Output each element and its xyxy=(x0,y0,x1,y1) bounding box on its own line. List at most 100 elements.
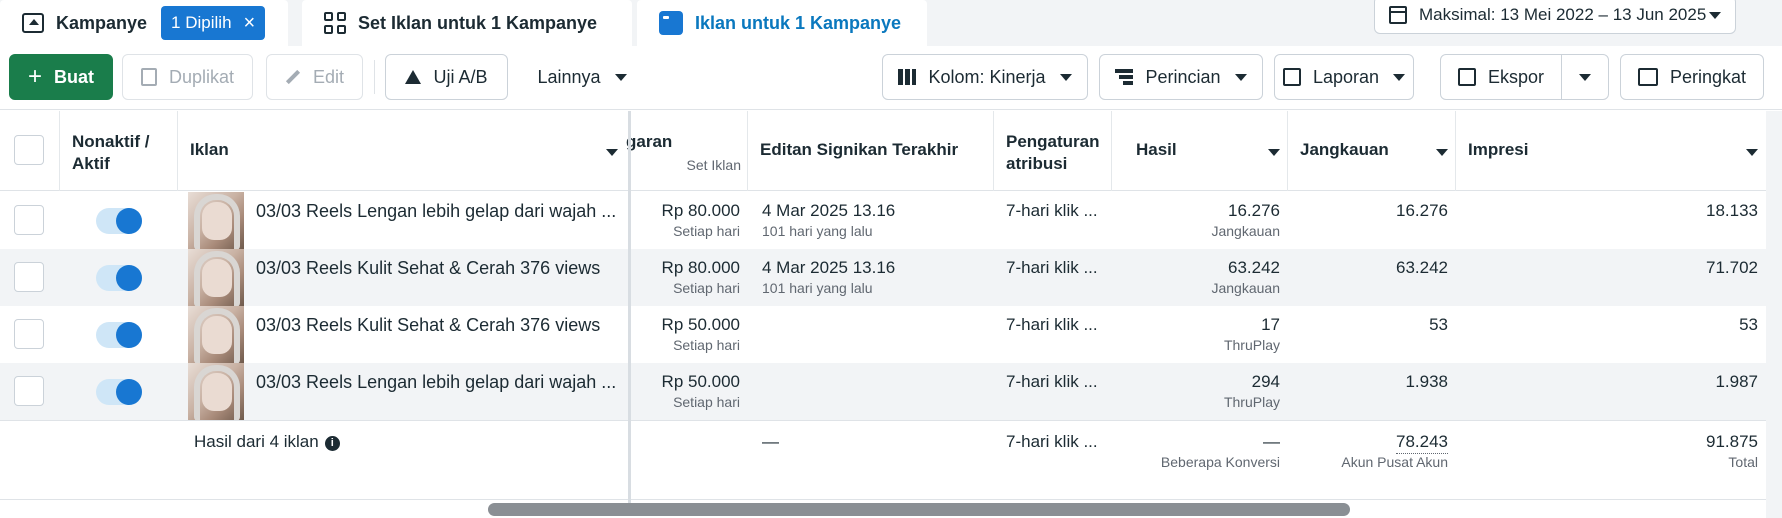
active-toggle[interactable] xyxy=(96,379,142,405)
last-edit-date: 4 Mar 2025 13.16 xyxy=(762,258,896,277)
pencil-icon xyxy=(285,69,301,85)
results-value: 16.276 xyxy=(1228,201,1280,220)
edit-button[interactable]: Edit xyxy=(266,54,363,100)
header-results-label: Hasil xyxy=(1136,140,1177,159)
results-cell: 294 ThruPlay xyxy=(1112,363,1288,420)
header-attribution-label: Pengaturan atribusi xyxy=(1006,132,1100,173)
tab-set-iklan[interactable]: Set Iklan untuk 1 Kampanye xyxy=(302,0,632,46)
impressions-cell: 53 xyxy=(1456,306,1766,363)
summary-label-cell: Hasil dari 4 iklan i xyxy=(180,423,620,480)
attribution-cell: 7-hari klik ... xyxy=(994,363,1112,420)
export-button-label[interactable]: Ekspor xyxy=(1488,67,1544,88)
folder-icon xyxy=(22,13,44,33)
header-reach[interactable]: Jangkauan xyxy=(1288,111,1456,191)
export-options-button[interactable] xyxy=(1561,54,1609,100)
results-cell: 16.276 Jangkauan xyxy=(1112,192,1288,249)
reach-value: 16.276 xyxy=(1396,201,1448,220)
trend-icon xyxy=(1637,68,1658,86)
ad-name[interactable]: 03/03 Reels Lengan lebih gelap dari waja… xyxy=(256,371,616,393)
header-attribution[interactable]: Pengaturan atribusi xyxy=(994,111,1112,191)
table-row[interactable]: 03/03 Reels Kulit Sehat & Cerah 376 view… xyxy=(0,249,1782,306)
reach-cell: 1.938 xyxy=(1288,363,1456,420)
summary-impressions-value: 91.875 xyxy=(1706,432,1758,451)
attribution-value: 7-hari klik ... xyxy=(1006,315,1098,334)
more-dropdown-label: Lainnya xyxy=(537,66,601,87)
table-row[interactable]: 03/03 Reels Lengan lebih gelap dari waja… xyxy=(0,363,1782,420)
info-icon[interactable]: i xyxy=(324,436,340,451)
chevron-down-icon xyxy=(614,73,627,81)
ad-name[interactable]: 03/03 Reels Kulit Sehat & Cerah 376 view… xyxy=(256,314,600,336)
header-select-all xyxy=(0,111,60,191)
budget-sub: Setiap hari xyxy=(673,394,740,410)
create-button[interactable]: + Buat xyxy=(9,54,113,100)
budget-cell: Rp 50.000 Setiap hari xyxy=(630,306,748,363)
active-toggle[interactable] xyxy=(96,208,142,234)
chevron-down-icon xyxy=(1234,73,1247,81)
sort-icon[interactable] xyxy=(1746,149,1758,156)
active-toggle[interactable] xyxy=(96,265,142,291)
date-range-picker[interactable]: Maksimal: 13 Mei 2022 – 13 Jun 2025 xyxy=(1374,0,1736,34)
horizontal-scrollbar[interactable] xyxy=(488,503,1350,516)
breakdown-dropdown[interactable]: Perincian xyxy=(1099,54,1263,100)
ad-name[interactable]: 03/03 Reels Lengan lebih gelap dari waja… xyxy=(256,200,616,222)
export-button[interactable]: Ekspor xyxy=(1440,54,1562,100)
summary-impressions-cell: 91.875 Total xyxy=(1456,423,1766,480)
columns-dropdown-label: Kolom: Kinerja xyxy=(928,66,1046,87)
ab-test-button[interactable]: Uji A/B xyxy=(385,54,508,100)
select-all-checkbox[interactable] xyxy=(14,135,44,165)
header-impressions[interactable]: Impresi xyxy=(1456,111,1766,191)
ad-name[interactable]: 03/03 Reels Kulit Sehat & Cerah 376 view… xyxy=(256,257,600,279)
header-budget[interactable]: garan Set Iklan xyxy=(626,111,748,191)
tab-iklan-label: Iklan untuk 1 Kampanye xyxy=(695,12,902,33)
row-checkbox[interactable] xyxy=(14,376,44,406)
duplicate-icon xyxy=(140,68,157,86)
reach-value: 53 xyxy=(1429,315,1448,334)
ab-test-button-label: Uji A/B xyxy=(433,66,488,87)
tab-iklan[interactable]: Iklan untuk 1 Kampanye xyxy=(637,0,927,46)
impressions-value: 53 xyxy=(1739,315,1758,334)
header-toggle[interactable]: Nonaktif / Aktif xyxy=(60,111,178,191)
calendar-icon xyxy=(1389,6,1407,24)
impressions-cell: 1.987 xyxy=(1456,363,1766,420)
header-iklan[interactable]: Iklan xyxy=(178,111,630,191)
header-results[interactable]: Hasil xyxy=(1112,111,1288,191)
last-edit-cell xyxy=(748,306,994,363)
header-budget-label: garan xyxy=(626,132,673,151)
tab-kampanye[interactable]: Kampanye 1 Dipilih × xyxy=(0,0,288,46)
budget-value: Rp 80.000 xyxy=(661,258,740,277)
table-row[interactable]: 03/03 Reels Lengan lebih gelap dari waja… xyxy=(0,192,1782,249)
more-dropdown[interactable]: Lainnya xyxy=(524,54,640,100)
row-checkbox[interactable] xyxy=(14,319,44,349)
date-range-label: Maksimal: 13 Mei 2022 – 13 Jun 2025 xyxy=(1419,5,1707,24)
row-checkbox[interactable] xyxy=(14,262,44,292)
last-edit-cell xyxy=(748,363,994,420)
results-value: 63.242 xyxy=(1228,258,1280,277)
columns-dropdown[interactable]: Kolom: Kinerja xyxy=(882,54,1088,100)
impressions-value: 18.133 xyxy=(1706,201,1758,220)
reach-value: 63.242 xyxy=(1396,258,1448,277)
breakdown-dropdown-label: Perincian xyxy=(1145,66,1221,87)
reach-cell: 53 xyxy=(1288,306,1456,363)
close-icon[interactable]: × xyxy=(244,13,256,33)
duplicate-button[interactable]: Duplikat xyxy=(122,54,253,100)
table-row[interactable]: 03/03 Reels Kulit Sehat & Cerah 376 view… xyxy=(0,306,1782,363)
sort-icon[interactable] xyxy=(606,149,618,156)
export-icon xyxy=(1457,68,1476,86)
sort-icon[interactable] xyxy=(1268,149,1280,156)
sort-icon[interactable] xyxy=(1436,149,1448,156)
reports-dropdown[interactable]: Laporan xyxy=(1274,54,1414,100)
reach-cell: 63.242 xyxy=(1288,249,1456,306)
header-last-edit[interactable]: Editan Signikan Terakhir xyxy=(748,111,994,191)
create-button-label: Buat xyxy=(54,66,94,87)
selected-chip[interactable]: 1 Dipilih × xyxy=(161,6,266,40)
summary-impressions-sub: Total xyxy=(1728,454,1758,470)
active-toggle[interactable] xyxy=(96,322,142,348)
budget-sub: Setiap hari xyxy=(673,280,740,296)
summary-label: Hasil dari 4 iklan xyxy=(194,432,319,451)
ad-icon xyxy=(659,11,683,35)
ranking-button[interactable]: Peringkat xyxy=(1620,54,1764,100)
last-edit-ago: 101 hari yang lalu xyxy=(762,223,873,239)
summary-reach-value[interactable]: 78.243 xyxy=(1396,431,1448,454)
row-checkbox[interactable] xyxy=(14,205,44,235)
last-edit-cell: 4 Mar 2025 13.16 101 hari yang lalu xyxy=(748,192,994,249)
